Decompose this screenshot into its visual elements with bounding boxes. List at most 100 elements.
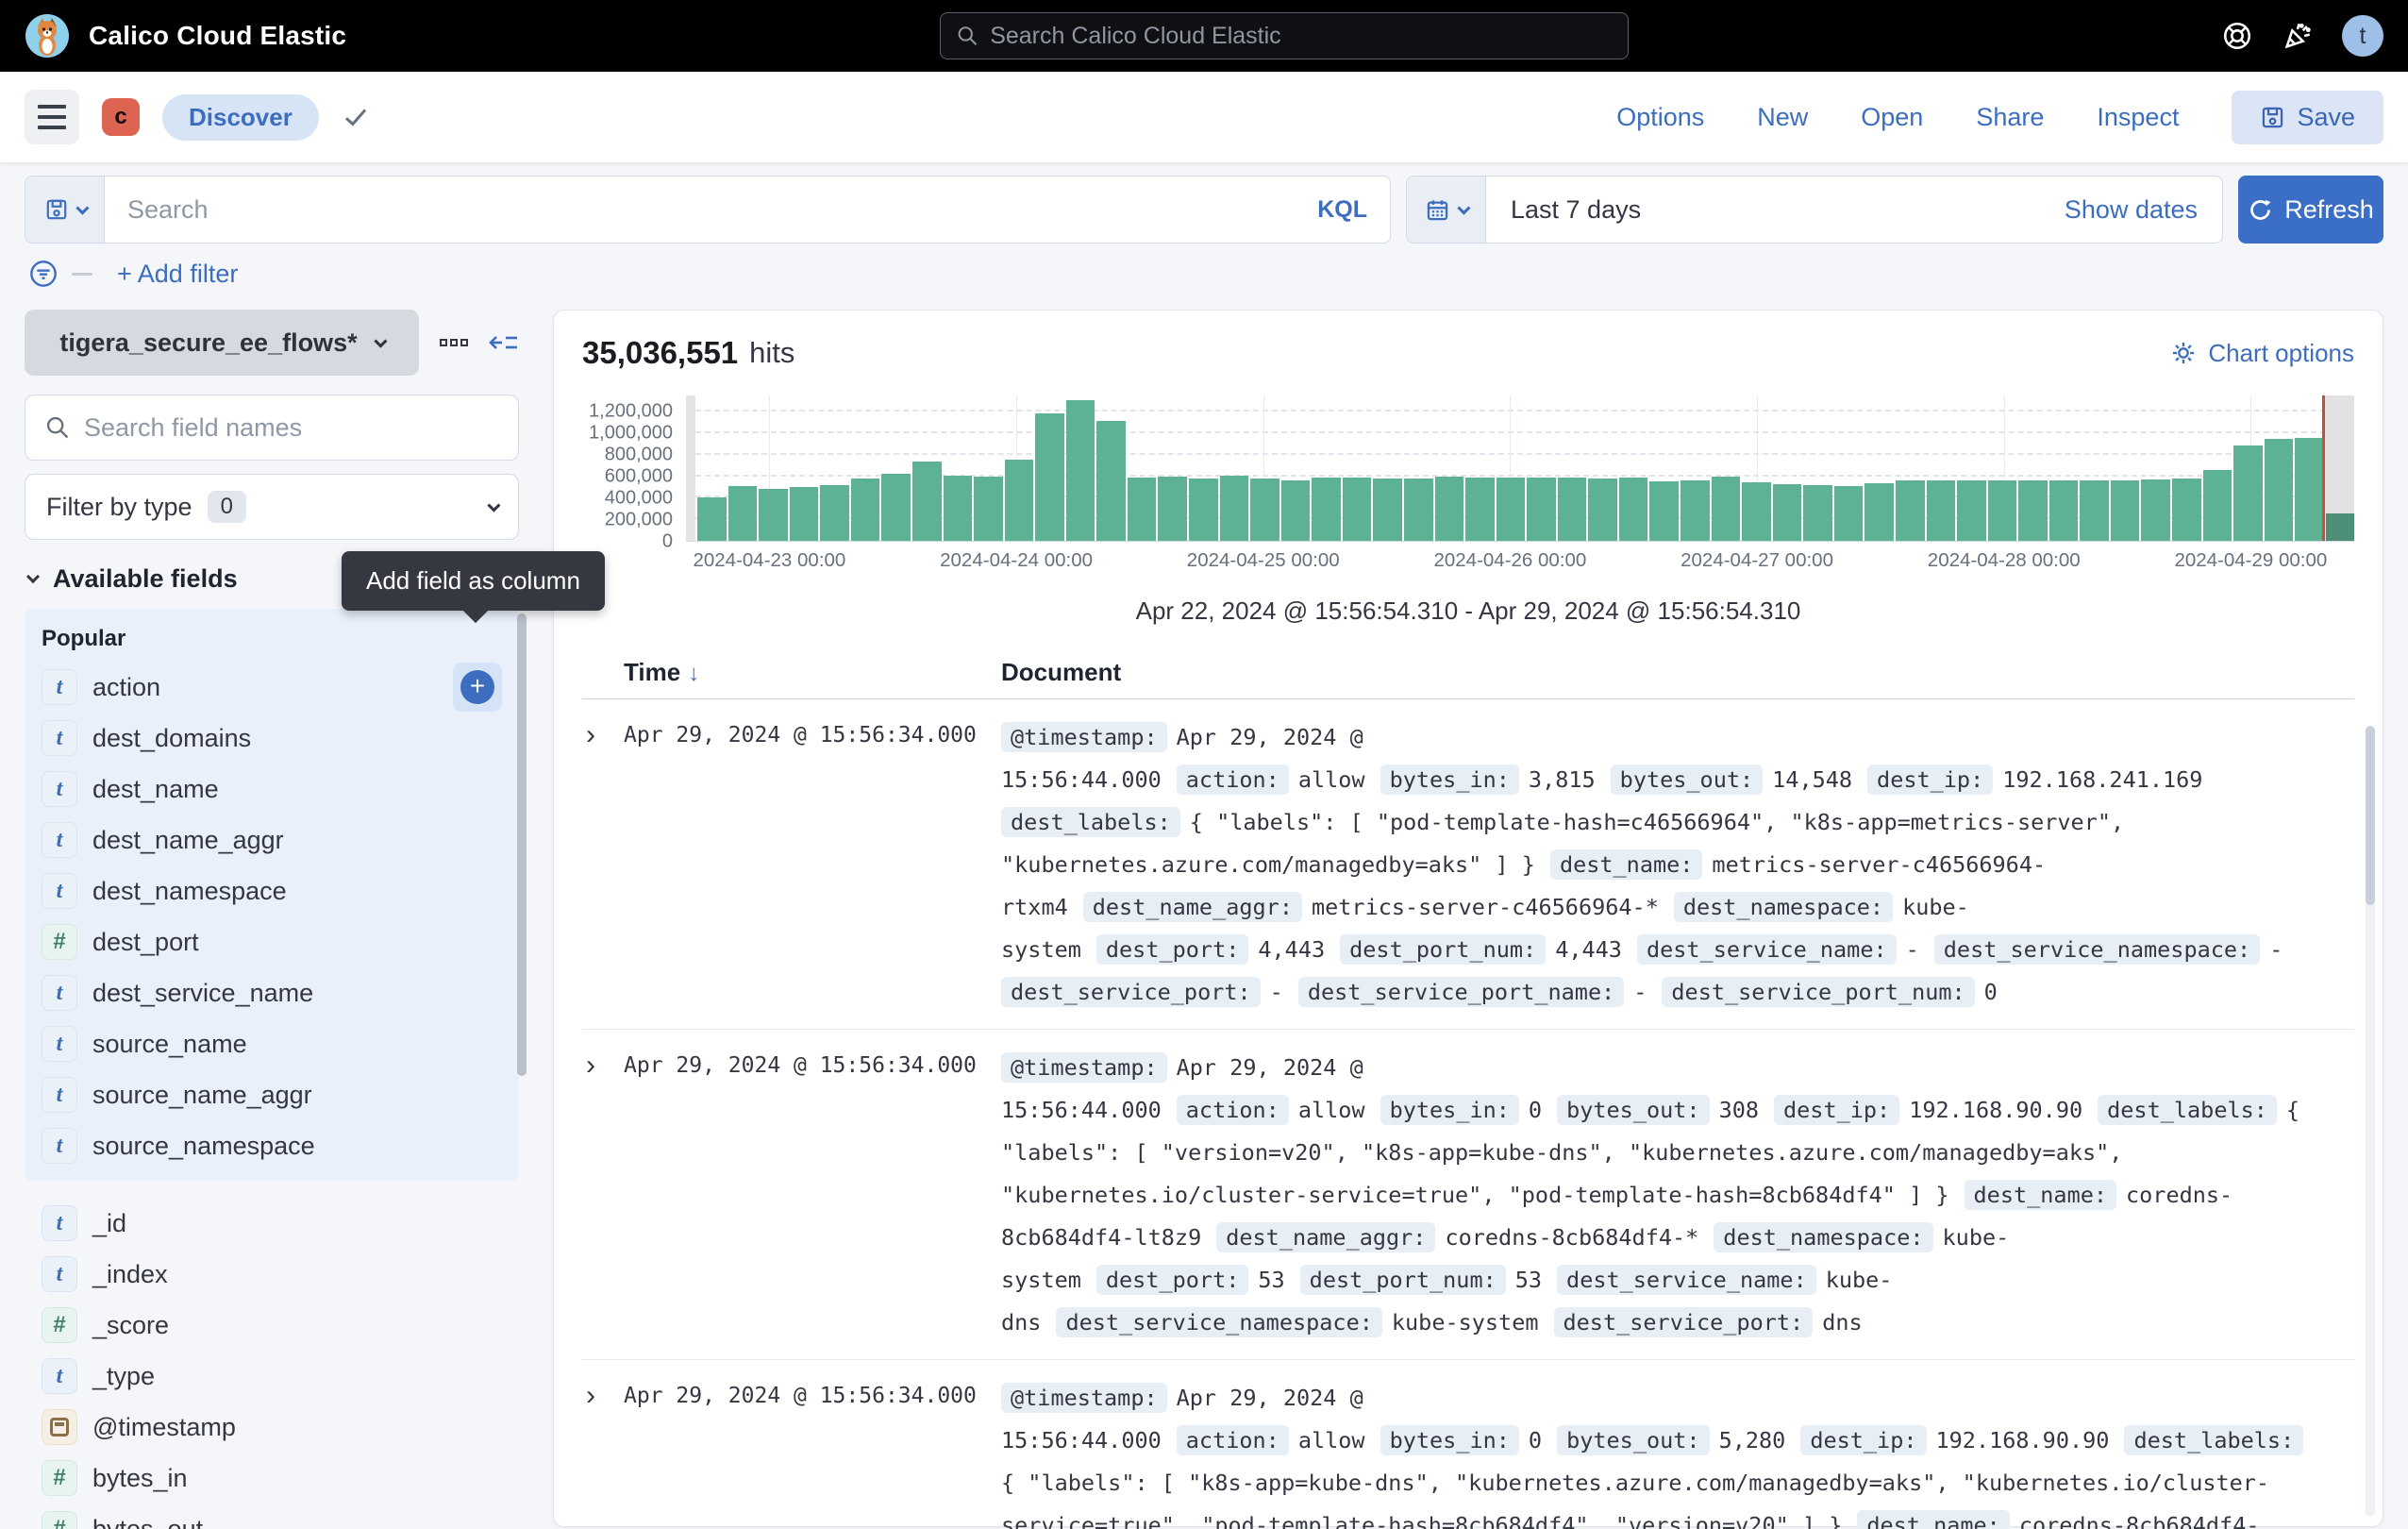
global-search[interactable] bbox=[940, 12, 1629, 59]
filter-icon[interactable] bbox=[28, 259, 59, 289]
histogram-bar[interactable] bbox=[728, 486, 758, 541]
histogram-bar[interactable] bbox=[851, 479, 880, 541]
histogram-bar[interactable] bbox=[1927, 480, 1956, 541]
histogram-bar[interactable] bbox=[1865, 483, 1894, 541]
global-search-input[interactable] bbox=[990, 23, 1612, 50]
histogram-bar[interactable] bbox=[2203, 470, 2232, 541]
date-picker[interactable]: Last 7 days Show dates bbox=[1406, 176, 2223, 244]
nav-open[interactable]: Open bbox=[1861, 103, 1923, 132]
field-item-source_name[interactable]: tsource_name bbox=[25, 1018, 519, 1069]
breadcrumb[interactable]: Discover bbox=[162, 94, 319, 141]
histogram-bar[interactable] bbox=[912, 462, 942, 541]
histogram-bar[interactable] bbox=[1066, 400, 1095, 541]
histogram-bar[interactable] bbox=[1896, 480, 1925, 541]
add-field-as-column-button[interactable]: + bbox=[453, 663, 502, 712]
histogram-bar[interactable] bbox=[1681, 480, 1710, 541]
histogram-bar[interactable] bbox=[2326, 513, 2355, 541]
histogram-bar[interactable] bbox=[1834, 486, 1864, 541]
histogram-bar[interactable] bbox=[1527, 478, 1556, 541]
space-badge[interactable]: c bbox=[102, 98, 140, 136]
histogram-bar[interactable] bbox=[1373, 479, 1402, 541]
histogram-bar[interactable] bbox=[1773, 484, 1802, 541]
kql-search-control[interactable]: KQL bbox=[25, 176, 1391, 244]
histogram-bar[interactable] bbox=[1465, 478, 1495, 541]
histogram-bar[interactable] bbox=[1742, 482, 1771, 541]
save-button[interactable]: Save bbox=[2232, 91, 2383, 144]
table-scrollbar[interactable] bbox=[2366, 726, 2375, 1517]
saved-queries-button[interactable] bbox=[25, 176, 105, 243]
histogram-bar[interactable] bbox=[1158, 477, 1187, 541]
histogram-bar[interactable] bbox=[1189, 479, 1218, 541]
histogram-bar[interactable] bbox=[820, 485, 849, 541]
histogram-bar[interactable] bbox=[974, 477, 1003, 541]
field-item-_score[interactable]: #_score bbox=[25, 1300, 519, 1351]
news-popper-icon[interactable] bbox=[2282, 20, 2314, 52]
histogram-bar[interactable] bbox=[790, 487, 819, 541]
kql-query-input[interactable] bbox=[105, 195, 1295, 225]
histogram-bar[interactable] bbox=[1404, 479, 1433, 541]
histogram-bar[interactable] bbox=[2233, 445, 2263, 541]
histogram-bar[interactable] bbox=[2018, 480, 2048, 541]
histogram-bar[interactable] bbox=[2265, 439, 2294, 541]
expand-row-button[interactable]: › bbox=[582, 1377, 624, 1529]
histogram-bar[interactable] bbox=[1497, 478, 1526, 541]
histogram-bar[interactable] bbox=[1312, 478, 1341, 541]
expand-row-button[interactable]: › bbox=[582, 1047, 624, 1344]
expand-row-button[interactable]: › bbox=[582, 716, 624, 1014]
help-icon[interactable] bbox=[2221, 20, 2253, 52]
calendar-button[interactable] bbox=[1407, 176, 1486, 243]
grid-options-icon[interactable] bbox=[440, 334, 468, 351]
histogram-bar[interactable] bbox=[2172, 479, 2201, 541]
chart-options-button[interactable]: Chart options bbox=[2170, 339, 2354, 368]
field-item-_type[interactable]: t_type bbox=[25, 1351, 519, 1402]
histogram-bar[interactable] bbox=[944, 476, 973, 541]
table-scrollbar-thumb[interactable] bbox=[2366, 726, 2375, 905]
histogram-bar[interactable] bbox=[1220, 476, 1249, 541]
index-pattern-selector[interactable]: tigera_secure_ee_flows* bbox=[25, 310, 419, 376]
nav-inspect[interactable]: Inspect bbox=[2097, 103, 2179, 132]
histogram-bar[interactable] bbox=[1281, 480, 1311, 541]
histogram-bar[interactable] bbox=[2111, 480, 2140, 541]
field-item-dest_port[interactable]: #dest_port bbox=[25, 916, 519, 967]
field-item-bytes_in[interactable]: #bytes_in bbox=[25, 1453, 519, 1504]
histogram-bar[interactable] bbox=[1250, 479, 1279, 541]
histogram-bar[interactable] bbox=[1343, 478, 1372, 541]
time-column-header[interactable]: Time↓ bbox=[624, 658, 1001, 687]
field-search[interactable] bbox=[25, 395, 519, 461]
field-item-dest_service_name[interactable]: tdest_service_name bbox=[25, 967, 519, 1018]
field-item-dest_name_aggr[interactable]: tdest_name_aggr bbox=[25, 815, 519, 865]
histogram-bar[interactable] bbox=[1435, 477, 1464, 541]
refresh-button[interactable]: Refresh bbox=[2238, 176, 2383, 244]
histogram-bar[interactable] bbox=[2295, 438, 2324, 541]
histogram-bar[interactable] bbox=[1803, 485, 1832, 541]
histogram-bar[interactable] bbox=[1988, 480, 2017, 541]
histogram-bar[interactable] bbox=[2049, 480, 2079, 541]
user-avatar[interactable]: t bbox=[2342, 15, 2383, 57]
show-dates-button[interactable]: Show dates bbox=[2040, 195, 2222, 225]
collapse-sidebar-icon[interactable] bbox=[489, 329, 519, 356]
histogram-bar[interactable] bbox=[1588, 479, 1617, 541]
field-item-dest_name[interactable]: tdest_name bbox=[25, 764, 519, 815]
histogram-bar[interactable] bbox=[1649, 481, 1679, 541]
kql-language-button[interactable]: KQL bbox=[1295, 196, 1390, 224]
menu-hamburger-button[interactable] bbox=[25, 90, 79, 144]
field-item-source_name_aggr[interactable]: tsource_name_aggr bbox=[25, 1069, 519, 1120]
field-item-action[interactable]: taction+ bbox=[25, 662, 519, 713]
field-search-input[interactable] bbox=[84, 413, 499, 443]
histogram-bar[interactable] bbox=[1005, 460, 1034, 541]
field-item-dest_domains[interactable]: tdest_domains bbox=[25, 713, 519, 764]
nav-new[interactable]: New bbox=[1757, 103, 1808, 132]
add-filter-button[interactable]: + Add filter bbox=[117, 260, 238, 289]
sort-descending-icon[interactable]: ↓ bbox=[688, 661, 699, 686]
histogram-bar[interactable] bbox=[2141, 479, 2170, 541]
sidebar-scrollbar-thumb[interactable] bbox=[517, 613, 527, 1076]
time-range-value[interactable]: Last 7 days bbox=[1486, 195, 1665, 225]
histogram-bar[interactable] bbox=[759, 489, 788, 541]
field-item-_id[interactable]: t_id bbox=[25, 1198, 519, 1249]
histogram-bar[interactable] bbox=[1035, 413, 1064, 541]
histogram-bar[interactable] bbox=[1712, 477, 1741, 541]
nav-options[interactable]: Options bbox=[1616, 103, 1704, 132]
histogram-bar[interactable] bbox=[881, 474, 911, 541]
histogram-bar[interactable] bbox=[1558, 478, 1587, 541]
field-item-bytes_out[interactable]: #bytes_out bbox=[25, 1504, 519, 1529]
